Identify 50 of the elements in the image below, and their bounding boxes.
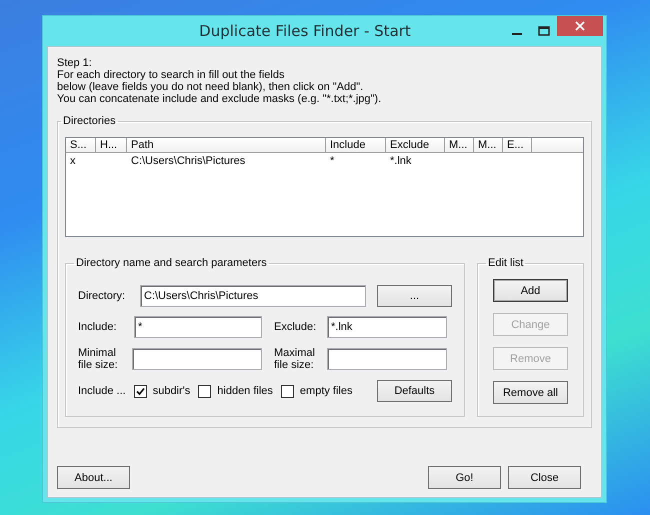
table-cell-text: C:\Users\Chris\Pictures (130, 154, 246, 169)
include-field[interactable]: * (134, 316, 262, 338)
close-button[interactable]: Close (508, 466, 581, 489)
directory-field[interactable]: C:\Users\Chris\Pictures (140, 285, 366, 307)
close-button[interactable] (557, 16, 603, 36)
column-header[interactable]: S... (66, 138, 96, 153)
checkbox[interactable] (198, 384, 212, 398)
table-cell-text: *.lnk (389, 154, 412, 169)
checkbox-label: hidden files (217, 385, 273, 397)
checkbox[interactable] (134, 384, 147, 398)
minimize-icon (512, 33, 522, 35)
column-header[interactable]: H... (96, 138, 127, 153)
column-header[interactable]: E... (503, 138, 532, 153)
field-label: Minimal file size: (78, 347, 119, 371)
browse-button[interactable]: ... (377, 285, 452, 307)
exclude-field[interactable]: *.lnk (327, 316, 447, 338)
field-label: Include: (78, 321, 118, 333)
column-header[interactable]: M... (474, 138, 503, 153)
window-title: Duplicate Files Finder - Start (198, 22, 412, 40)
checkbox[interactable] (280, 384, 294, 398)
group-title: Directory name and search parameters (75, 257, 268, 269)
table-cell-text: x (69, 154, 76, 169)
about-button[interactable]: About... (57, 466, 130, 489)
field-label: Include ... (78, 385, 126, 397)
list-button[interactable]: Remove all (493, 381, 568, 404)
group-title: Directories (62, 115, 117, 127)
checkbox-label: empty files (300, 385, 352, 397)
instruction-text: below (leave fields you do not need blank), then click on "Add". (57, 81, 364, 93)
instruction-text: Step 1: (57, 57, 93, 69)
table-cell-text: * (329, 154, 336, 169)
max-size-field[interactable] (327, 348, 447, 370)
close-icon (575, 21, 585, 31)
defaults-button[interactable]: Defaults (377, 380, 452, 402)
min-size-field[interactable] (132, 348, 262, 370)
checkbox-label: subdir's (152, 385, 190, 397)
field-label: Maximal file size: (274, 347, 316, 371)
maximize-icon (538, 26, 550, 36)
column-header[interactable]: M... (445, 138, 474, 153)
column-header[interactable]: Exclude (386, 138, 445, 153)
field-label: Directory: (78, 290, 126, 302)
field-label: Exclude: (274, 321, 318, 333)
list-button[interactable]: Add (493, 279, 568, 302)
header-filler (532, 138, 583, 153)
checkmark-icon (136, 386, 145, 396)
column-header[interactable]: Path (127, 138, 326, 153)
column-header[interactable]: Include (326, 138, 386, 153)
go-button[interactable]: Go! (428, 466, 501, 489)
instruction-text: You can concatenate include and exclude masks (e.g. "*.txt;*.jpg"). (57, 93, 382, 105)
instruction-text: For each directory to search in fill out the fields (57, 69, 286, 81)
group-title: Edit list (487, 257, 524, 269)
